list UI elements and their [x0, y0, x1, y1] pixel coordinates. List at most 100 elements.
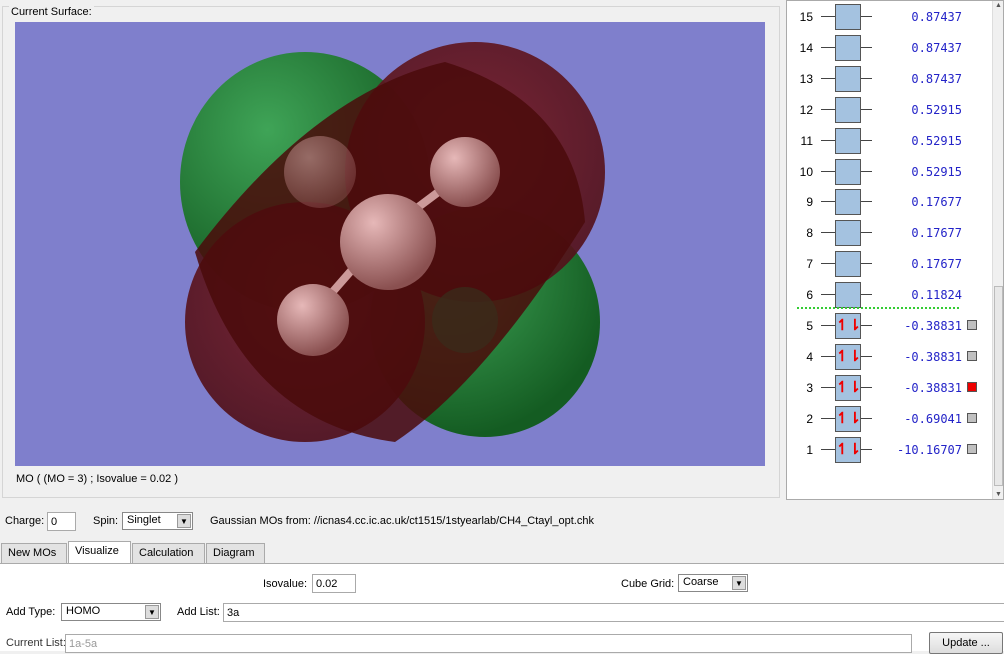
electron-pair-icon[interactable]: ↿⇂: [835, 343, 861, 370]
select-checkbox[interactable]: [967, 320, 977, 330]
mo-level-7[interactable]: 7 0.17677: [787, 251, 992, 278]
mo-level-13[interactable]: 13 0.87437: [787, 65, 992, 92]
current-list-input[interactable]: [65, 634, 912, 653]
hydrogen-atom: [432, 287, 498, 353]
mo-energy: -0.38831: [872, 380, 962, 395]
mo-number: 6: [806, 288, 813, 303]
mo-level-10[interactable]: 10 0.52915: [787, 158, 992, 185]
group-title: Current Surface:: [9, 6, 94, 18]
select-checkbox[interactable]: [967, 412, 977, 423]
cube-grid-select[interactable]: Coarse ▼: [678, 574, 748, 592]
mo-energy: 0.52915: [872, 164, 962, 179]
hydrogen-atom: [430, 137, 500, 207]
molecule-viewport[interactable]: [15, 22, 765, 466]
surface-caption: MO ( (MO = 3) ; Isovalue = 0.02 ): [16, 473, 178, 485]
mo-energy: 0.11824: [872, 288, 962, 303]
current-list-label: Current List:: [6, 637, 66, 649]
orbital-render: [180, 42, 605, 442]
empty-orbital-box[interactable]: [835, 4, 861, 30]
mo-level-2[interactable]: 2 ↿⇂ -0.69041: [787, 405, 992, 432]
chevron-down-icon[interactable]: ▼: [145, 605, 159, 619]
tab-new-mos[interactable]: New MOs: [1, 543, 67, 564]
add-type-label: Add Type:: [6, 606, 56, 618]
mo-number: 13: [799, 71, 813, 86]
mo-level-12[interactable]: 12 0.52915: [787, 96, 992, 123]
add-type-select[interactable]: HOMO ▼: [61, 603, 161, 621]
empty-orbital-box[interactable]: [835, 96, 861, 123]
add-list-input[interactable]: [223, 603, 1004, 622]
mo-level-11[interactable]: 11 0.52915: [787, 127, 992, 154]
visualize-pane: Isovalue: Cube Grid: Coarse ▼ Add Type: H…: [0, 563, 1004, 654]
mo-number: 15: [799, 10, 813, 24]
homo-lumo-divider: [797, 307, 959, 309]
empty-orbital-box[interactable]: [835, 158, 861, 185]
tab-visualize[interactable]: Visualize: [68, 541, 131, 565]
electron-pair-icon[interactable]: ↿⇂: [835, 436, 861, 463]
electron-pair-icon[interactable]: ↿⇂: [835, 405, 861, 432]
empty-orbital-box[interactable]: [835, 34, 861, 61]
scroll-down-icon[interactable]: ▼: [995, 491, 1002, 498]
empty-orbital-box[interactable]: [835, 282, 861, 309]
mo-number: 8: [806, 226, 813, 241]
mo-number: 9: [806, 195, 813, 210]
mo-energy: 0.87437: [872, 40, 962, 55]
mo-energy: 0.52915: [872, 133, 962, 148]
charge-label: Charge:: [5, 515, 45, 527]
mo-number: 4: [806, 349, 813, 364]
mo-level-15[interactable]: 15 0.87437: [787, 4, 992, 30]
select-checkbox[interactable]: [967, 443, 977, 454]
scroll-up-icon[interactable]: ▲: [995, 2, 1002, 9]
carbon-atom: [340, 194, 436, 290]
hydrogen-atom: [277, 284, 349, 356]
mo-energy: 0.87437: [872, 71, 962, 86]
mo-number: 5: [806, 319, 813, 333]
chevron-down-icon[interactable]: ▼: [732, 576, 746, 590]
spin-label: Spin:: [93, 515, 119, 527]
chevron-down-icon[interactable]: ▼: [177, 514, 191, 528]
add-type-value: HOMO: [66, 605, 101, 617]
mo-level-8[interactable]: 8 0.17677: [787, 220, 992, 247]
mo-level-3[interactable]: 3 ↿⇂ -0.38831: [787, 374, 992, 401]
mo-level-4[interactable]: 4 ↿⇂ -0.38831: [787, 343, 992, 370]
mo-number: 2: [806, 411, 813, 426]
mo-energy: -0.69041: [872, 411, 962, 426]
mo-energy: -0.38831: [872, 319, 962, 333]
mo-number: 11: [800, 133, 813, 148]
empty-orbital-box[interactable]: [835, 127, 861, 154]
empty-orbital-box[interactable]: [835, 189, 861, 216]
isovalue-input[interactable]: [312, 574, 356, 593]
mo-number: 3: [806, 380, 813, 395]
spin-select[interactable]: Singlet ▼: [122, 512, 193, 530]
cube-grid-label: Cube Grid:: [621, 578, 675, 590]
mo-level-1[interactable]: 1 ↿⇂ -10.16707: [787, 436, 992, 463]
isovalue-label: Isovalue:: [263, 578, 308, 590]
empty-orbital-box[interactable]: [835, 65, 861, 92]
mo-level-9[interactable]: 9 0.17677: [787, 189, 992, 216]
vertical-scrollbar[interactable]: ▲ ▼: [992, 1, 1003, 499]
mo-energy: 0.17677: [872, 257, 962, 272]
mo-number: 14: [799, 40, 813, 55]
electron-pair-icon[interactable]: ↿⇂: [835, 313, 861, 339]
mo-level-14[interactable]: 14 0.87437: [787, 34, 992, 61]
tab-calculation[interactable]: Calculation: [132, 543, 205, 564]
mo-energy: 0.87437: [872, 10, 962, 24]
mo-energy: 0.17677: [872, 195, 962, 210]
empty-orbital-box[interactable]: [835, 251, 861, 278]
add-list-label: Add List:: [177, 606, 220, 618]
mo-energy: -10.16707: [872, 442, 962, 457]
mo-level-6[interactable]: 6 0.11824: [787, 282, 992, 309]
hydrogen-atom: [284, 136, 356, 208]
source-file-text: Gaussian MOs from: //icnas4.cc.ic.ac.uk/…: [210, 515, 594, 527]
select-checkbox[interactable]: [967, 350, 977, 361]
empty-orbital-box[interactable]: [835, 220, 861, 247]
select-checkbox[interactable]: [967, 381, 977, 392]
mo-number: 7: [806, 257, 813, 272]
mo-number: 12: [799, 102, 813, 117]
cube-grid-value: Coarse: [683, 576, 719, 588]
electron-pair-icon[interactable]: ↿⇂: [835, 374, 861, 401]
mo-energy: 0.17677: [872, 226, 962, 241]
mo-level-5[interactable]: 5 ↿⇂ -0.38831: [787, 313, 992, 339]
tab-diagram[interactable]: Diagram: [206, 543, 265, 564]
scroll-thumb[interactable]: [994, 286, 1003, 486]
charge-input[interactable]: [47, 512, 76, 531]
